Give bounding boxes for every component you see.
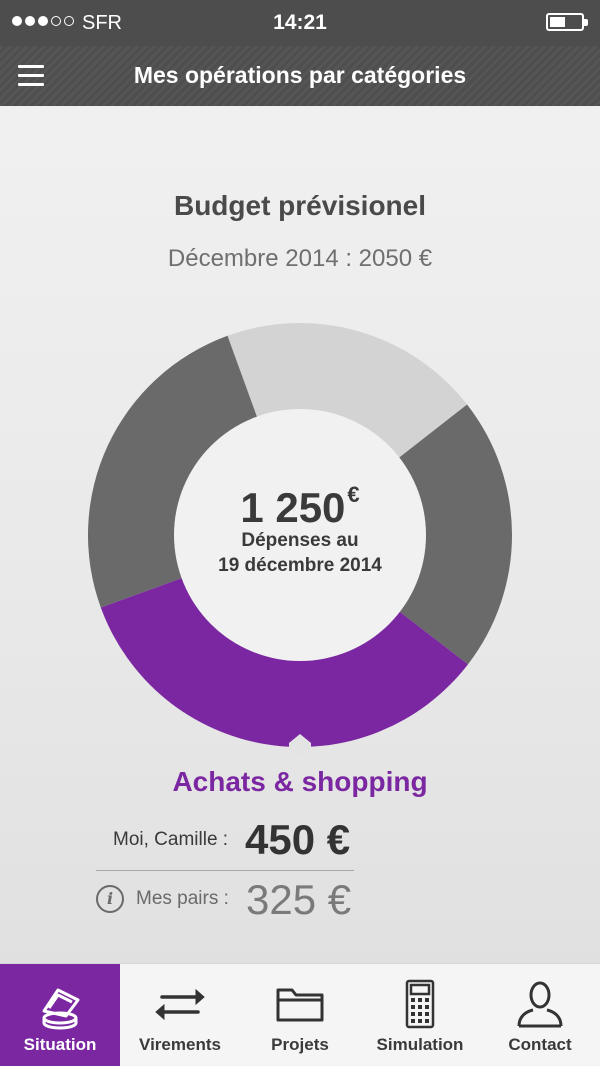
tab-situation[interactable]: Situation: [0, 964, 120, 1066]
bottom-tab-bar: Situation Virements Projets Simulation C…: [0, 963, 600, 1066]
coins-stack-icon: [42, 988, 80, 1030]
tab-label: Contact: [508, 1035, 572, 1054]
tab-projets[interactable]: Projets: [240, 964, 360, 1066]
status-time: 14:21: [273, 11, 327, 34]
total-spent-value: 1 250: [240, 484, 346, 531]
tab-label: Projets: [271, 1035, 329, 1054]
selected-category-title: Achats & shopping: [172, 766, 428, 797]
peers-spending-row: i Mes pairs : 325 €: [96, 874, 496, 926]
spent-label-line2: 19 décembre 2014: [218, 555, 382, 576]
tab-simulation[interactable]: Simulation: [360, 964, 480, 1066]
my-spending-row: Moi, Camille : 450 €: [100, 812, 500, 864]
battery-icon: [546, 13, 588, 31]
battery-nub: [584, 19, 588, 26]
tab-label: Virements: [139, 1035, 221, 1054]
budget-title: Budget prévisionel: [173, 190, 427, 221]
my-spending-value: 450 €: [245, 816, 351, 863]
calculator-icon: [405, 979, 435, 1029]
my-spending-label: Moi, Camille :: [113, 829, 229, 850]
info-icon[interactable]: i: [96, 885, 124, 913]
page-title: Mes opérations par catégories: [133, 62, 467, 88]
total-spent-currency: €: [347, 482, 360, 507]
tab-label: Situation: [23, 1035, 97, 1054]
comparison-divider: [96, 870, 354, 871]
folder-icon: [276, 988, 324, 1022]
person-icon: [517, 981, 563, 1028]
spent-label-line1: Dépenses au: [241, 530, 359, 551]
peers-spending-label: Mes pairs :: [136, 888, 229, 909]
tab-label: Simulation: [376, 1035, 464, 1054]
budget-subtitle: Décembre 2014 : 2050 €: [167, 245, 433, 272]
peers-spending-value: 325 €: [246, 876, 352, 923]
battery-level: [550, 17, 565, 27]
status-bar: SFR 14:21: [0, 0, 600, 46]
transfer-arrows-icon: [155, 988, 205, 1021]
tab-contact[interactable]: Contact: [480, 964, 600, 1066]
app-header: Mes opérations par catégories: [0, 46, 600, 106]
total-spent-amount: 1 250€: [150, 482, 450, 532]
tab-virements[interactable]: Virements: [120, 964, 240, 1066]
